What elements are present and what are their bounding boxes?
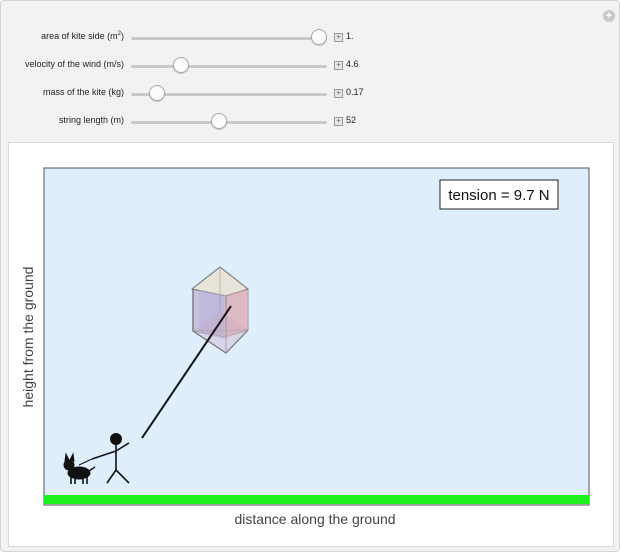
ground-strip [44, 495, 589, 504]
kite-mass-label: mass of the kite (kg) [42, 87, 124, 97]
kite-area-slider-track[interactable] [131, 37, 327, 40]
plot-panel: tension = 9.7 N distance along the groun… [8, 142, 614, 547]
control-row-kite-area: area of kite side (m2) + 1. [1, 28, 619, 48]
string-length-slider-track[interactable] [131, 121, 327, 124]
kite-area-label: area of kite side (m2) [41, 31, 124, 41]
string-length-slider-thumb[interactable] [211, 113, 227, 129]
kite-area-slider-thumb[interactable] [311, 29, 327, 45]
wind-velocity-value: 4.6 [346, 59, 359, 69]
string-length-value: 52 [346, 115, 357, 125]
wind-velocity-slider-track[interactable] [131, 65, 327, 68]
wind-velocity-slider-thumb[interactable] [173, 57, 189, 73]
control-row-string-length: string length (m) + 52 [1, 112, 619, 132]
options-plus-icon[interactable]: + [603, 10, 615, 22]
string-length-plus-icon[interactable]: + [334, 117, 343, 126]
control-row-kite-mass: mass of the kite (kg) + 0.17 [1, 84, 619, 104]
kite-area-plus-icon[interactable]: + [334, 33, 343, 42]
kite-mass-plus-icon[interactable]: + [334, 89, 343, 98]
kite-mass-value: 0.17 [346, 87, 364, 97]
tension-text: tension = 9.7 N [448, 187, 549, 204]
kite-area-value: 1. [346, 31, 354, 41]
x-axis-label: distance along the ground [234, 511, 395, 527]
demonstration-window: + area of kite side (m2) + 1. velocity o… [0, 0, 620, 552]
wind-velocity-label: velocity of the wind (m/s) [24, 59, 124, 69]
wind-velocity-plus-icon[interactable]: + [334, 61, 343, 70]
control-row-wind-velocity: velocity of the wind (m/s) + 4.6 [1, 56, 619, 76]
sky-area [43, 167, 590, 506]
tension-readout: tension = 9.7 N [439, 179, 559, 210]
kite-mass-slider-thumb[interactable] [149, 85, 165, 101]
string-length-label: string length (m) [58, 115, 124, 125]
kite-plot: tension = 9.7 N distance along the groun… [20, 167, 590, 527]
y-axis-label: height from the ground [20, 267, 36, 408]
